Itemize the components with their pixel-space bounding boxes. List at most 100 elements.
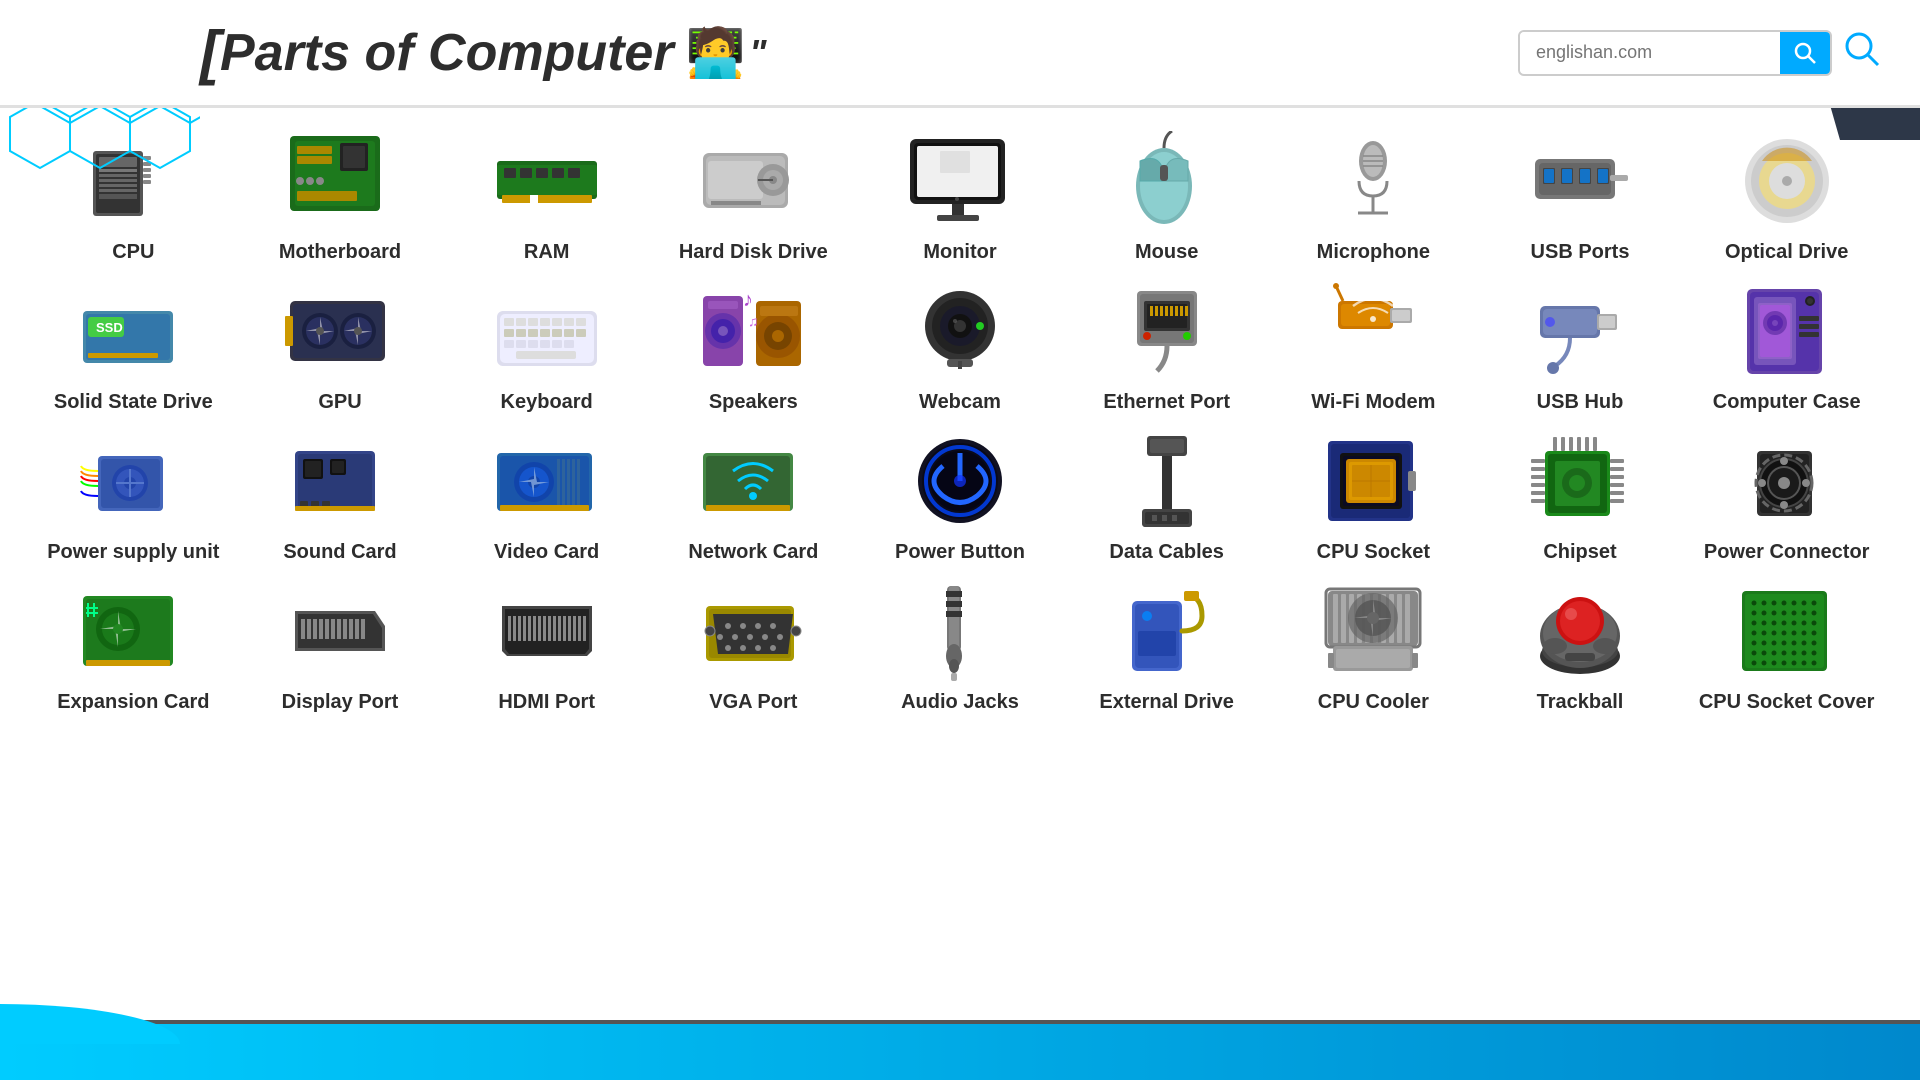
- motherboard-label: Motherboard: [279, 240, 401, 264]
- item-computer-case[interactable]: Computer Case: [1683, 268, 1890, 418]
- sound-card-icon: [275, 426, 405, 536]
- item-ram[interactable]: RAM: [443, 118, 650, 268]
- search-icon-right[interactable]: [1844, 31, 1880, 75]
- optical-drive-icon: [1722, 126, 1852, 236]
- item-external-drive[interactable]: External Drive: [1063, 568, 1270, 718]
- display-port-label: Display Port: [282, 690, 399, 714]
- title-quote: ": [749, 32, 766, 74]
- item-keyboard[interactable]: Keyboard: [443, 268, 650, 418]
- usb-hub-label: USB Hub: [1537, 390, 1624, 414]
- network-card-label: Network Card: [688, 540, 818, 564]
- header: [ Parts of Computer 🧑‍💻 ": [0, 0, 1920, 108]
- external-drive-icon: [1102, 576, 1232, 686]
- item-mouse[interactable]: Mouse: [1063, 118, 1270, 268]
- item-gpu[interactable]: GPU: [237, 268, 444, 418]
- wifi-modem-label: Wi-Fi Modem: [1311, 390, 1435, 414]
- header-left: [ Parts of Computer 🧑‍💻 ": [40, 18, 766, 87]
- search-button[interactable]: [1780, 32, 1830, 74]
- item-usb-hub[interactable]: USB Hub: [1477, 268, 1684, 418]
- usb-hub-icon: [1515, 276, 1645, 386]
- display-port-icon: [275, 576, 405, 686]
- trackball-label: Trackball: [1537, 690, 1624, 714]
- item-speakers[interactable]: ♪ ♫ Speakers: [650, 268, 857, 418]
- cpu-label: CPU: [112, 240, 154, 264]
- item-hdmi-port[interactable]: HDMI Port: [443, 568, 650, 718]
- expansion-card-label: Expansion Card: [57, 690, 209, 714]
- vga-port-icon: [688, 576, 818, 686]
- svg-text:♪: ♪: [743, 289, 753, 311]
- webcam-label: Webcam: [919, 390, 1001, 414]
- cpu-cooler-icon: [1308, 576, 1438, 686]
- network-card-icon: [688, 426, 818, 536]
- microphone-label: Microphone: [1317, 240, 1430, 264]
- mouse-icon: [1102, 126, 1232, 236]
- psu-icon: [68, 426, 198, 536]
- item-cpu-socket[interactable]: CPU Socket: [1270, 418, 1477, 568]
- item-cpu-socket-cover[interactable]: CPU Socket Cover: [1683, 568, 1890, 718]
- item-webcam[interactable]: Webcam: [857, 268, 1064, 418]
- footer: [0, 1020, 1920, 1080]
- power-button-icon: [895, 426, 1025, 536]
- svg-text:SSD: SSD: [96, 320, 123, 335]
- item-hdd[interactable]: Hard Disk Drive: [650, 118, 857, 268]
- video-card-icon: [482, 426, 612, 536]
- expansion-card-icon: [68, 576, 198, 686]
- hdd-label: Hard Disk Drive: [679, 240, 828, 264]
- item-psu[interactable]: Power supply unit: [30, 418, 237, 568]
- keyboard-label: Keyboard: [501, 390, 593, 414]
- global-search-icon: [1844, 31, 1880, 67]
- cpu-socket-icon: [1308, 426, 1438, 536]
- item-monitor[interactable]: Monitor: [857, 118, 1064, 268]
- mouse-label: Mouse: [1135, 240, 1198, 264]
- external-drive-label: External Drive: [1099, 690, 1234, 714]
- parts-grid: CPU Motherboard: [0, 108, 1920, 718]
- motherboard-icon: [275, 126, 405, 236]
- title-bracket-open: [: [200, 18, 220, 87]
- item-chipset[interactable]: Chipset: [1477, 418, 1684, 568]
- svg-text:♫: ♫: [748, 313, 759, 329]
- item-vga-port[interactable]: VGA Port: [650, 568, 857, 718]
- search-area: [1518, 30, 1880, 76]
- item-wifi-modem[interactable]: Wi-Fi Modem: [1270, 268, 1477, 418]
- chipset-icon: [1515, 426, 1645, 536]
- cpu-socket-cover-icon: [1722, 576, 1852, 686]
- power-connector-icon: [1722, 426, 1852, 536]
- item-optical-drive[interactable]: Optical Drive: [1683, 118, 1890, 268]
- usb-ports-label: USB Ports: [1531, 240, 1630, 264]
- data-cables-label: Data Cables: [1109, 540, 1224, 564]
- ssd-icon: SSD: [68, 276, 198, 386]
- item-power-connector[interactable]: Power Connector: [1683, 418, 1890, 568]
- gpu-label: GPU: [318, 390, 361, 414]
- item-expansion-card[interactable]: Expansion Card: [30, 568, 237, 718]
- item-motherboard[interactable]: Motherboard: [237, 118, 444, 268]
- power-connector-label: Power Connector: [1704, 540, 1870, 564]
- wifi-modem-icon: [1308, 276, 1438, 386]
- search-input[interactable]: [1520, 32, 1780, 73]
- item-cpu-cooler[interactable]: CPU Cooler: [1270, 568, 1477, 718]
- computer-case-label: Computer Case: [1713, 390, 1861, 414]
- title-person-icon: 🧑‍💻: [686, 24, 746, 81]
- cpu-socket-cover-label: CPU Socket Cover: [1699, 690, 1875, 714]
- item-data-cables[interactable]: Data Cables: [1063, 418, 1270, 568]
- audio-jacks-icon: [895, 576, 1025, 686]
- item-sound-card[interactable]: Sound Card: [237, 418, 444, 568]
- webcam-icon: [895, 276, 1025, 386]
- usb-ports-icon: [1515, 126, 1645, 236]
- item-network-card[interactable]: Network Card: [650, 418, 857, 568]
- item-ethernet[interactable]: Ethernet Port: [1063, 268, 1270, 418]
- item-microphone[interactable]: Microphone: [1270, 118, 1477, 268]
- hdmi-port-icon: [482, 576, 612, 686]
- monitor-icon: [895, 126, 1025, 236]
- search-box[interactable]: [1518, 30, 1832, 76]
- item-display-port[interactable]: Display Port: [237, 568, 444, 718]
- item-video-card[interactable]: Video Card: [443, 418, 650, 568]
- hdd-icon: [688, 126, 818, 236]
- item-audio-jacks[interactable]: Audio Jacks: [857, 568, 1064, 718]
- item-power-button[interactable]: Power Button: [857, 418, 1064, 568]
- video-card-label: Video Card: [494, 540, 599, 564]
- ethernet-icon: [1102, 276, 1232, 386]
- item-usb-ports[interactable]: USB Ports: [1477, 118, 1684, 268]
- data-cables-icon: [1102, 426, 1232, 536]
- item-ssd[interactable]: SSD Solid State Drive: [30, 268, 237, 418]
- item-trackball[interactable]: Trackball: [1477, 568, 1684, 718]
